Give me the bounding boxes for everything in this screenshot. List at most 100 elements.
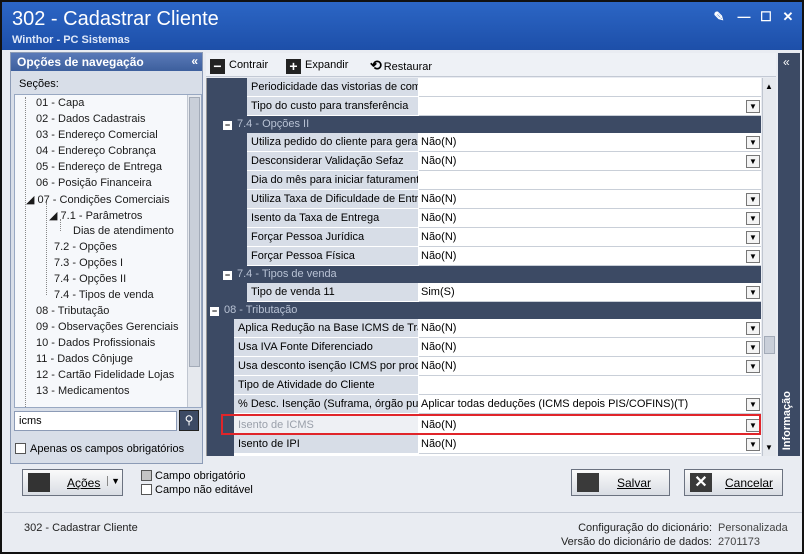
minimize-icon[interactable]: — xyxy=(737,10,751,24)
row-value[interactable] xyxy=(419,78,761,97)
grid-row[interactable]: Utiliza Taxa de Dificuldade de Entr Não(… xyxy=(207,190,761,209)
grid-scrollbar-thumb[interactable] xyxy=(764,336,775,354)
row-value[interactable]: Aplicar todas deduções (ICMS depois PIS/… xyxy=(419,395,761,414)
row-value[interactable]: Não(N) ▼ xyxy=(419,319,761,338)
row-label: % Desc. Isenção (Suframa, órgão pu xyxy=(234,395,418,414)
tree-item[interactable]: 7.4 - Opções II xyxy=(54,273,126,285)
save-button[interactable]: Salvar xyxy=(571,469,670,496)
tree-item[interactable]: 7.4 - Tipos de venda xyxy=(54,289,154,301)
only-required-checkbox[interactable] xyxy=(15,443,26,454)
actions-dropdown-icon[interactable]: ▼ xyxy=(107,476,120,486)
tree-item[interactable]: 02 - Dados Cadastrais xyxy=(36,113,145,125)
grid-row[interactable]: Tipo de Atividade do Cliente xyxy=(207,376,761,395)
grid-row[interactable]: Isento de IPI Não(N) ▼ xyxy=(207,435,761,454)
grid-row[interactable]: Isento da Taxa de Entrega Não(N) ▼ xyxy=(207,209,761,228)
grid-row[interactable]: % Desc. Isenção (Suframa, órgão pu Aplic… xyxy=(207,395,761,414)
tree-item[interactable]: Dias de atendimento xyxy=(73,225,174,237)
scroll-up-icon[interactable]: ▲ xyxy=(765,82,773,91)
tree-item[interactable]: 09 - Observações Gerenciais xyxy=(36,321,178,333)
grid-row[interactable]: Tipo do custo para transferência ▼ xyxy=(207,97,761,116)
dropdown-arrow-icon[interactable]: ▼ xyxy=(746,438,760,451)
expand-info-icon[interactable]: « xyxy=(783,55,790,69)
dropdown-arrow-icon[interactable]: ▼ xyxy=(746,398,760,411)
grid-row[interactable]: Usa IVA Fonte Diferenciado Não(N) ▼ xyxy=(207,338,761,357)
grid-row[interactable]: Usa desconto isenção ICMS por produ Não(… xyxy=(207,357,761,376)
scroll-down-icon[interactable]: ▼ xyxy=(765,443,773,452)
tree-item[interactable]: 01 - Capa xyxy=(36,97,84,109)
grid-row[interactable]: Desconsiderar Validação Sefaz Não(N) ▼ xyxy=(207,152,761,171)
dropdown-arrow-icon[interactable]: ▼ xyxy=(746,136,760,149)
dropdown-arrow-icon[interactable]: ▼ xyxy=(746,231,760,244)
tree-item[interactable]: 12 - Cartão Fidelidade Lojas xyxy=(36,369,174,381)
info-side-tab[interactable]: « Informação xyxy=(778,53,800,456)
grid-row[interactable]: Periodicidade das vistorias de com xyxy=(207,78,761,97)
dropdown-arrow-icon[interactable]: ▼ xyxy=(746,322,760,335)
actions-button[interactable]: Ações ▼ xyxy=(22,469,123,496)
grid-row[interactable]: Aplica Redução na Base ICMS de Trar Não(… xyxy=(207,319,761,338)
row-value[interactable]: Não(N) ▼ xyxy=(419,435,761,454)
only-required-checkbox-row[interactable]: Apenas os campos obrigatórios xyxy=(15,443,184,455)
edit-icon[interactable]: ✎ xyxy=(712,10,726,24)
dropdown-arrow-icon[interactable]: ▼ xyxy=(746,360,760,373)
tree-item[interactable]: 05 - Endereço de Entrega xyxy=(36,161,162,173)
dropdown-arrow-icon[interactable]: ▼ xyxy=(746,155,760,168)
dropdown-arrow-icon[interactable]: ▼ xyxy=(746,250,760,263)
dropdown-arrow-icon[interactable]: ▼ xyxy=(746,212,760,225)
dropdown-arrow-icon[interactable]: ▼ xyxy=(746,341,760,354)
collapse-group-icon[interactable]: − xyxy=(223,121,232,130)
expanded-arrow-icon[interactable]: ◢ xyxy=(49,210,61,222)
row-value[interactable]: ▼ xyxy=(419,97,761,116)
search-icon[interactable]: ⚲ xyxy=(179,410,199,431)
tree-scrollbar[interactable] xyxy=(187,95,201,407)
dropdown-arrow-icon[interactable]: ▼ xyxy=(746,100,760,113)
navigation-title: Opções de navegação xyxy=(17,55,144,69)
row-value[interactable]: Não(N) ▼ xyxy=(419,152,761,171)
tree-item[interactable]: ◢ 07 - Condições Comerciais xyxy=(26,193,170,206)
restore-button[interactable]: ⟲ Restaurar xyxy=(370,56,432,74)
row-value[interactable]: Não(N) ▼ xyxy=(419,228,761,247)
row-value[interactable] xyxy=(419,171,761,190)
dropdown-arrow-icon[interactable]: ▼ xyxy=(746,193,760,206)
grid-row[interactable]: Utiliza pedido do cliente para gerac Não… xyxy=(207,133,761,152)
tree-item[interactable]: 10 - Dados Profissionais xyxy=(36,337,155,349)
group-header[interactable]: −7.4 - Tipos de venda xyxy=(207,266,761,283)
grid-row[interactable]: Tipo de venda 11 Sim(S) ▼ xyxy=(207,283,761,302)
expand-button[interactable]: + Expandir xyxy=(286,56,348,74)
group-header[interactable]: −7.4 - Opções II xyxy=(207,116,761,133)
dropdown-arrow-icon[interactable]: ▼ xyxy=(746,286,760,299)
row-label: Aplica Redução na Base ICMS de Trar xyxy=(234,319,418,338)
search-input[interactable]: icms xyxy=(14,411,177,431)
row-value[interactable]: Não(N) ▼ xyxy=(419,209,761,228)
collapse-group-icon[interactable]: − xyxy=(223,271,232,280)
row-value[interactable] xyxy=(419,376,761,395)
row-value[interactable]: Não(N) ▼ xyxy=(419,338,761,357)
row-value[interactable]: Não(N) ▼ xyxy=(419,190,761,209)
group-header[interactable]: −08 - Tributação xyxy=(207,302,761,319)
tree-item[interactable]: 04 - Endereço Cobrança xyxy=(36,145,156,157)
tree-item[interactable]: 03 - Endereço Comercial xyxy=(36,129,158,141)
row-value[interactable]: Não(N) ▼ xyxy=(419,357,761,376)
grid-row[interactable]: Forçar Pessoa Jurídica Não(N) ▼ xyxy=(207,228,761,247)
tree-item[interactable]: 13 - Medicamentos xyxy=(36,385,130,397)
row-value[interactable]: Não(N) ▼ xyxy=(419,133,761,152)
close-icon[interactable]: ✕ xyxy=(781,10,795,24)
row-value[interactable]: Não(N) ▼ xyxy=(419,247,761,266)
cancel-button[interactable]: ✕ Cancelar xyxy=(684,469,783,496)
grid-scrollbar[interactable]: ▲ ▼ xyxy=(762,78,776,456)
tree-item[interactable]: 11 - Dados Cônjuge xyxy=(36,353,133,365)
tree-scrollbar-thumb[interactable] xyxy=(189,97,200,367)
tree-item[interactable]: ◢ 7.1 - Parâmetros xyxy=(49,209,142,222)
tree-item[interactable]: 06 - Posição Financeira xyxy=(36,177,152,189)
row-value[interactable]: Sim(S) ▼ xyxy=(419,283,761,302)
maximize-icon[interactable]: ☐ xyxy=(759,10,773,24)
tree-item[interactable]: 7.3 - Opções I xyxy=(54,257,123,269)
grid-row[interactable]: Dia do mês para iniciar faturament xyxy=(207,171,761,190)
collapse-group-icon[interactable]: − xyxy=(210,307,219,316)
tree-item[interactable]: 7.2 - Opções xyxy=(54,241,117,253)
tree-item[interactable]: 08 - Tributação xyxy=(36,305,109,317)
grid-row[interactable]: Forçar Pessoa Física Não(N) ▼ xyxy=(207,247,761,266)
collapse-button[interactable]: − Contrair xyxy=(210,56,268,74)
row-label: Tipo de Atividade do Cliente xyxy=(234,376,418,395)
expanded-arrow-icon[interactable]: ◢ xyxy=(26,194,38,206)
collapse-panel-icon[interactable]: « xyxy=(191,54,198,68)
